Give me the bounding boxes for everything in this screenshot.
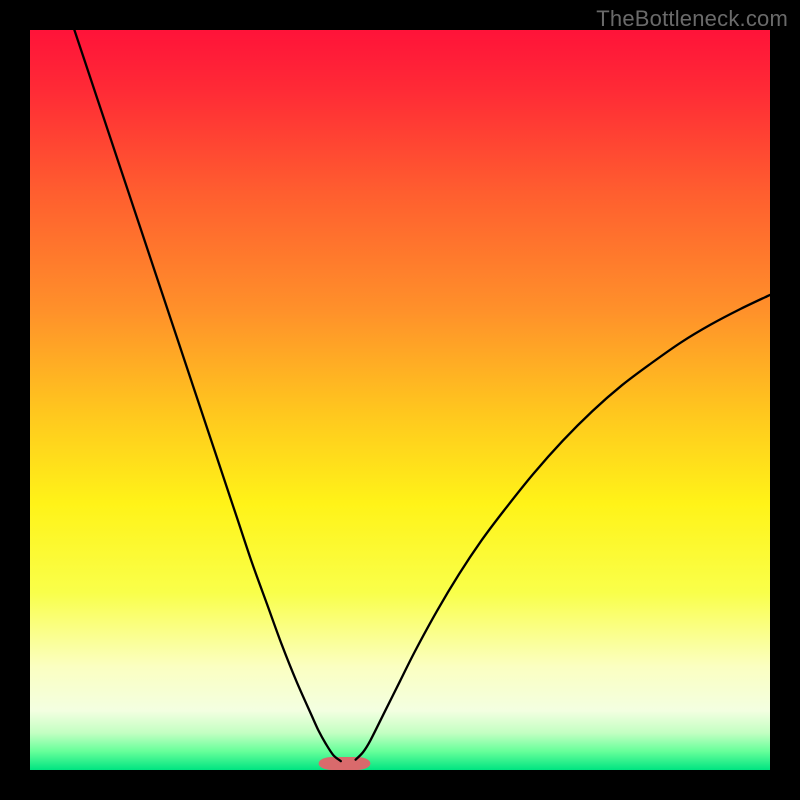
watermark-text: TheBottleneck.com: [596, 6, 788, 32]
gradient-background: [30, 30, 770, 770]
plot-area: [30, 30, 770, 770]
chart-frame: TheBottleneck.com: [0, 0, 800, 800]
bottleneck-chart: [30, 30, 770, 770]
marker-bar: [319, 757, 371, 770]
marker-bar-layer: [319, 757, 371, 770]
